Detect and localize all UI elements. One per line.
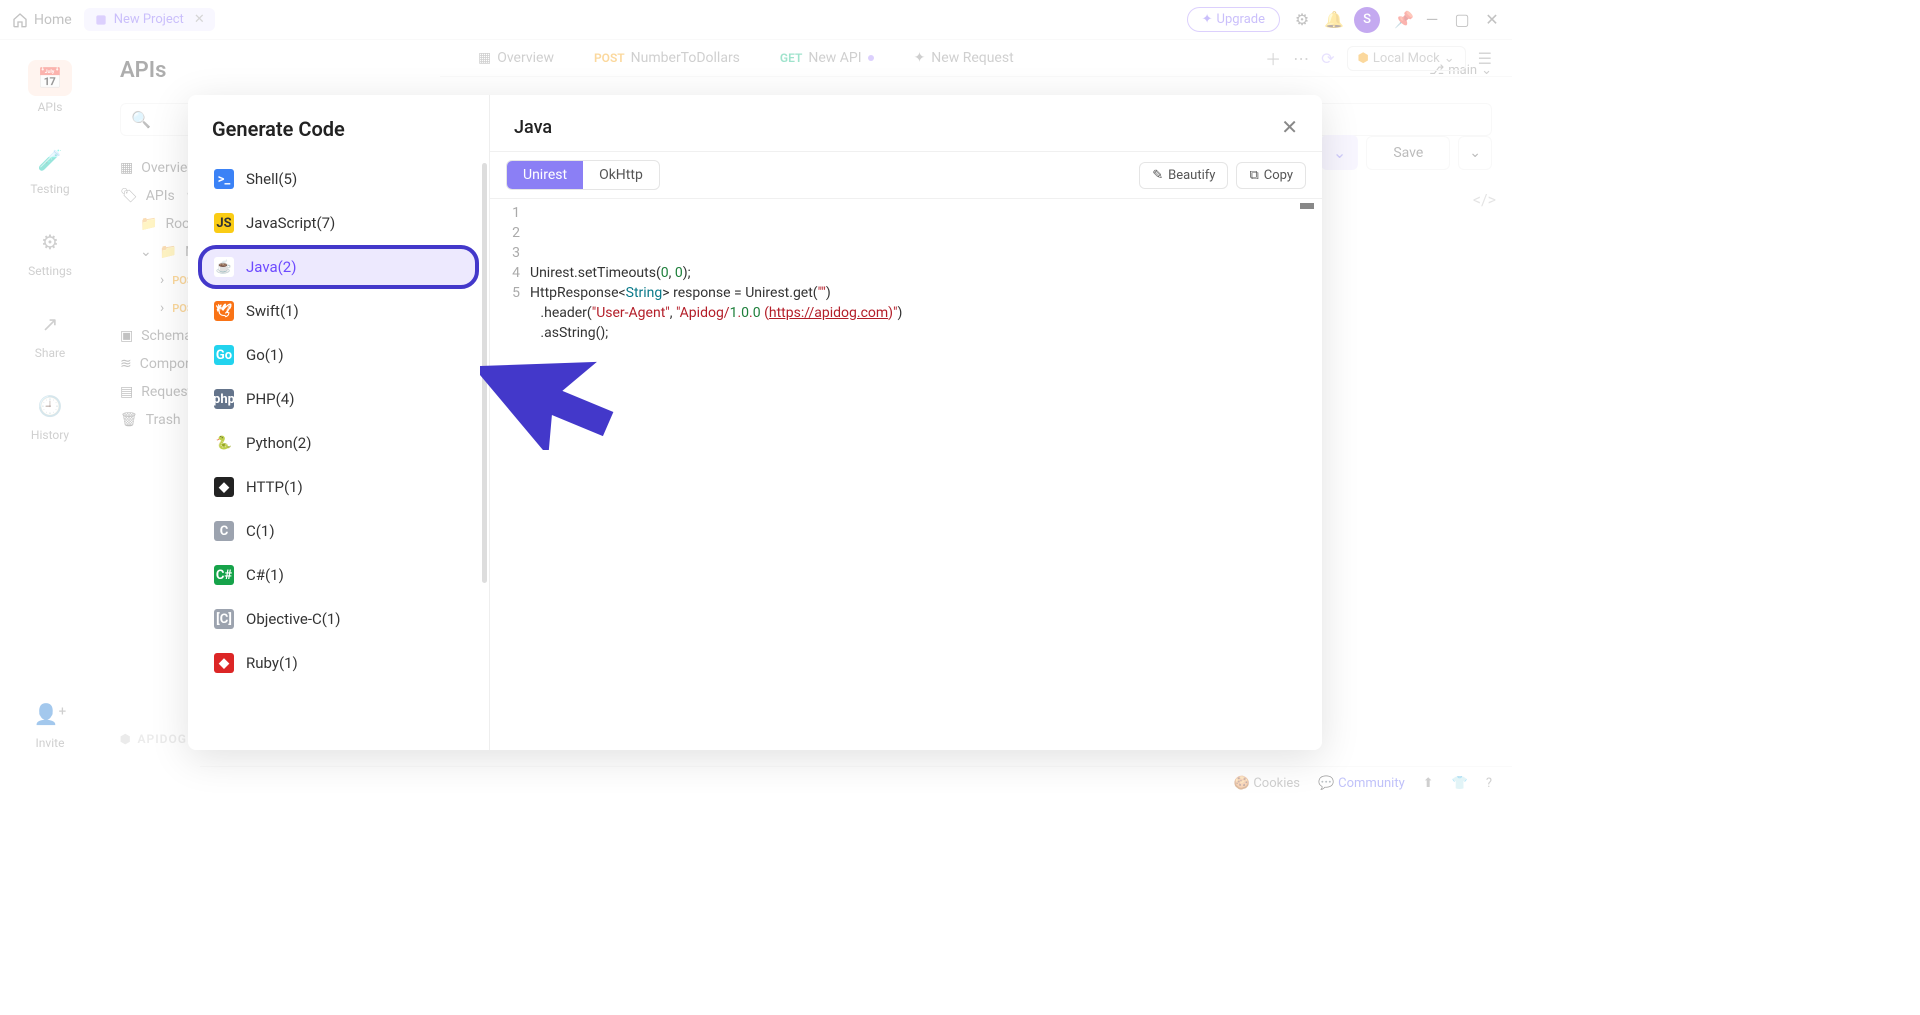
lang-label: Python(2) <box>246 434 311 452</box>
lang-icon: ◆ <box>214 477 234 497</box>
lang-label: PHP(4) <box>246 390 294 408</box>
lang-item-javascript-[interactable]: JS JavaScript(7) <box>198 201 479 245</box>
lang-icon: php <box>214 389 234 409</box>
modal-title: Generate Code <box>188 95 489 153</box>
lang-icon: [C] <box>214 609 234 629</box>
copy-icon: ⧉ <box>1249 168 1258 183</box>
library-tabs: Unirest OkHttp <box>506 160 660 190</box>
close-icon[interactable]: ✕ <box>1281 115 1298 139</box>
lang-item-c-[interactable]: C C(1) <box>198 509 479 553</box>
wand-icon: ✎ <box>1152 168 1163 183</box>
lang-label: Objective-C(1) <box>246 610 341 628</box>
generate-code-modal: Generate Code >_ Shell(5) JS JavaScript(7) ☕… <box>188 95 1322 750</box>
code-language-title: Java <box>514 117 552 138</box>
lang-icon: >_ <box>214 169 234 189</box>
lang-item-go-[interactable]: Go Go(1) <box>198 333 479 377</box>
lang-icon: 🕊 <box>214 301 234 321</box>
lang-item-c-[interactable]: C# C#(1) <box>198 553 479 597</box>
lang-label: Java(2) <box>246 258 296 276</box>
lang-label: HTTP(1) <box>246 478 303 496</box>
lang-item-objective-c-[interactable]: [C] Objective-C(1) <box>198 597 479 641</box>
scroll-indicator <box>1300 203 1314 209</box>
lang-label: Go(1) <box>246 346 284 364</box>
lang-label: Swift(1) <box>246 302 299 320</box>
lang-label: JavaScript(7) <box>246 214 335 232</box>
lang-icon: C# <box>214 565 234 585</box>
lang-icon: 🐍 <box>214 433 234 453</box>
lang-icon: ◆ <box>214 653 234 673</box>
lang-item-ruby-[interactable]: ◆ Ruby(1) <box>198 641 479 685</box>
lang-icon: ☕ <box>214 257 234 277</box>
lib-tab-okhttp[interactable]: OkHttp <box>583 161 659 189</box>
lang-label: Ruby(1) <box>246 654 298 672</box>
scrollbar[interactable] <box>482 163 487 583</box>
lang-label: Shell(5) <box>246 170 297 188</box>
lang-item-java-[interactable]: ☕ Java(2) <box>198 245 479 289</box>
lang-item-shell-[interactable]: >_ Shell(5) <box>198 157 479 201</box>
lang-item-php-[interactable]: php PHP(4) <box>198 377 479 421</box>
beautify-button[interactable]: ✎ Beautify <box>1139 162 1228 189</box>
code-editor[interactable]: 12345 Unirest.setTimeouts(0, 0);HttpResp… <box>490 199 1322 750</box>
lang-icon: C <box>214 521 234 541</box>
language-list: >_ Shell(5) JS JavaScript(7) ☕ Java(2) 🕊 Swift(… <box>188 153 489 750</box>
lang-item-python-[interactable]: 🐍 Python(2) <box>198 421 479 465</box>
lang-label: C#(1) <box>246 566 284 584</box>
lib-tab-unirest[interactable]: Unirest <box>507 161 583 189</box>
lang-label: C(1) <box>246 522 275 540</box>
lang-item-swift-[interactable]: 🕊 Swift(1) <box>198 289 479 333</box>
lang-item-http-[interactable]: ◆ HTTP(1) <box>198 465 479 509</box>
lang-icon: Go <box>214 345 234 365</box>
lang-icon: JS <box>214 213 234 233</box>
copy-button[interactable]: ⧉ Copy <box>1236 162 1306 189</box>
